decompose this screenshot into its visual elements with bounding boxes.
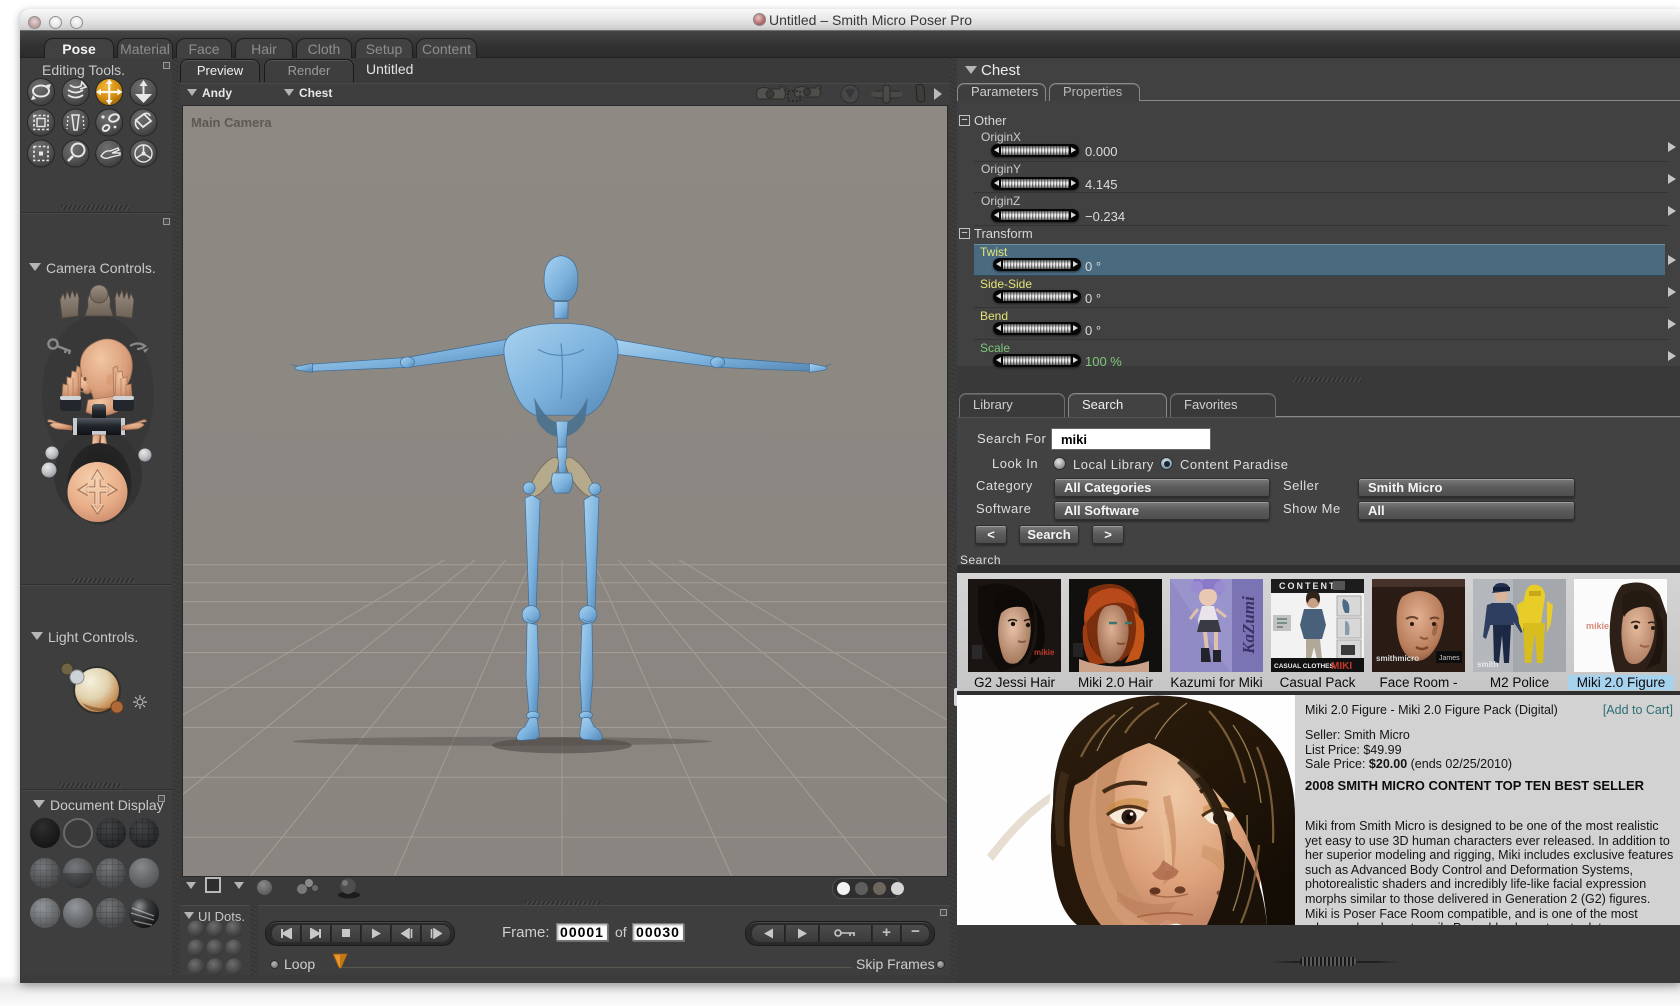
svg-text:smith: smith bbox=[1477, 660, 1498, 669]
svg-text:CASUAL CLOTHES: CASUAL CLOTHES bbox=[1274, 663, 1334, 670]
svg-text:CONTENT: CONTENT bbox=[1279, 581, 1337, 591]
svg-text:James: James bbox=[1439, 655, 1460, 662]
svg-text:Main Camera: Main Camera bbox=[191, 115, 272, 130]
svg-text:MIKI: MIKI bbox=[1331, 661, 1352, 672]
svg-text:mikie: mikie bbox=[1034, 648, 1055, 657]
svg-text:smithmicro: smithmicro bbox=[1376, 654, 1419, 663]
svg-text:KaZumi: KaZumi bbox=[1239, 596, 1258, 655]
svg-text:mikie: mikie bbox=[1586, 621, 1609, 631]
